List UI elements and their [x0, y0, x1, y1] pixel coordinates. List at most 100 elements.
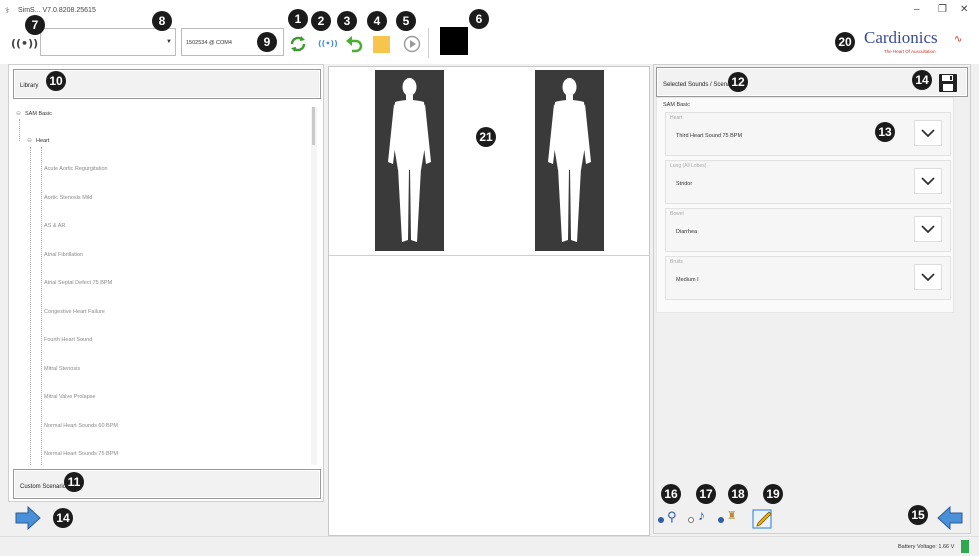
close-button[interactable]: ✕: [960, 4, 968, 15]
battery-voltage: Battery Voltage: 1.66 V: [898, 544, 955, 550]
list-item[interactable]: Aortic Stenosis Mild: [44, 195, 92, 201]
callout-badge: 9: [257, 32, 277, 52]
arrow-right-icon[interactable]: [14, 506, 42, 530]
callout-badge: 18: [728, 484, 748, 504]
sound-value: Medium I: [676, 277, 699, 283]
edit-icon[interactable]: [752, 507, 774, 529]
app-icon: ⚕: [5, 6, 10, 15]
status-bar: Battery Voltage: 1.66 V: [0, 536, 979, 556]
library-header-label: Library: [20, 83, 39, 89]
speaker-icon[interactable]: ♜: [727, 509, 737, 522]
callout-badge: 1: [288, 9, 308, 29]
sound-dropdown-button[interactable]: [914, 120, 942, 146]
sound-value: Diarrhea: [676, 229, 698, 235]
arrow-left-icon[interactable]: [936, 506, 964, 530]
list-item[interactable]: AS & AR: [44, 223, 65, 229]
refresh-icon[interactable]: [289, 35, 307, 53]
broadcast-icon[interactable]: ((•)): [318, 39, 338, 48]
sound-category: Heart: [670, 115, 683, 121]
callout-badge: 6: [469, 9, 489, 29]
callout-badge: 19: [763, 484, 783, 504]
callout-badge: 5: [396, 11, 416, 31]
callout-badge: 12: [728, 72, 748, 92]
sound-group-bruits: Bruits Medium I: [665, 256, 951, 300]
list-item[interactable]: Acute Aortic Regurgitation: [44, 166, 108, 172]
play-icon[interactable]: [403, 35, 421, 53]
callout-badge: 17: [696, 484, 716, 504]
chevron-down-icon: [921, 273, 935, 281]
callout-badge: 11: [64, 472, 84, 492]
toolbar: ((•)) ▼ 1502534 @ COM4 ((•)) Cardionics …: [0, 22, 979, 64]
wireless-signal-icon[interactable]: ((•)): [11, 37, 38, 50]
custom-scenarios-label: Custom Scenarios: [20, 484, 70, 490]
list-item[interactable]: Fourth Heart Sound: [44, 337, 92, 343]
callout-badge: 2: [311, 11, 331, 31]
device-selector[interactable]: ▼: [40, 28, 176, 56]
save-icon[interactable]: [938, 73, 958, 93]
sound-category: Lung (All Lobes): [670, 163, 707, 169]
window-title: SimS... V7.0.8208.25615: [18, 7, 96, 14]
chevron-down-icon: [921, 225, 935, 233]
stethoscope-icon[interactable]: ⚲: [667, 509, 677, 525]
custom-scenarios-header[interactable]: Custom Scenarios: [13, 469, 321, 499]
list-item[interactable]: Atrial Septal Defect 75 BPM: [44, 280, 112, 286]
callout-badge: 14: [912, 70, 932, 90]
undo-icon[interactable]: [345, 35, 363, 53]
tree-root[interactable]: SAM Basic: [25, 111, 52, 117]
mode-radio-stethoscope[interactable]: [658, 517, 664, 523]
callout-badge: 7: [25, 15, 45, 35]
brand-tagline: The Heart Of Auscultation: [884, 49, 936, 54]
callout-badge: 20: [835, 32, 855, 52]
tree-branch: [30, 147, 31, 465]
note-icon[interactable]: [373, 36, 390, 53]
chevron-down-icon: [921, 177, 935, 185]
callout-badge: 8: [152, 11, 172, 31]
callout-badge: 3: [337, 11, 357, 31]
list-item[interactable]: Normal Heart Sounds 60 BPM: [44, 423, 118, 429]
callout-badge: 15: [908, 505, 928, 525]
library-tree: ⊖ SAM Basic ⊖ Heart Acute Aortic Regurgi…: [13, 103, 319, 465]
chevron-down-icon: ▼: [166, 39, 172, 45]
callout-badge: 21: [476, 127, 496, 147]
scrollbar-thumb[interactable]: [312, 107, 315, 145]
sound-group-heart: Heart Third Heart Sound 75 BPM: [665, 112, 951, 156]
minimize-button[interactable]: –: [914, 4, 920, 15]
sound-dropdown-button[interactable]: [914, 216, 942, 242]
title-bar: ⚕ SimS... V7.0.8208.25615 – ❐ ✕: [0, 0, 979, 22]
library-panel: Library ⊖ SAM Basic ⊖ Heart Acute Aortic…: [8, 64, 324, 502]
sound-value: Third Heart Sound 75 BPM: [676, 133, 743, 139]
sound-dropdown-button[interactable]: [914, 264, 942, 290]
callout-badge: 13: [875, 122, 895, 142]
mode-radio-speaker[interactable]: [718, 517, 724, 523]
selected-sounds-label: Selected Sounds / Scenario: [663, 82, 738, 88]
tree-collapse-icon[interactable]: ⊖: [16, 110, 21, 117]
maximize-button[interactable]: ❐: [938, 4, 947, 15]
list-item[interactable]: Congestive Heart Failure: [44, 309, 105, 315]
human-front-icon: [388, 78, 431, 242]
panel-divider: [329, 255, 649, 256]
mode-radio-sound[interactable]: [688, 517, 694, 523]
human-back-icon: [548, 78, 591, 242]
selected-sounds-panel: Selected Sounds / Scenario SAM Basic Hea…: [653, 64, 971, 534]
toolbar-divider: [428, 28, 429, 58]
callout-badge: 16: [661, 484, 681, 504]
list-item[interactable]: Normal Heart Sounds 75 BPM: [44, 451, 118, 457]
color-swatch[interactable]: [440, 27, 468, 55]
callout-badge: 4: [367, 11, 387, 31]
tree-collapse-icon[interactable]: ⊖: [27, 137, 32, 144]
body-front-view[interactable]: [375, 70, 444, 251]
scrollbar[interactable]: [311, 107, 317, 465]
heartbeat-icon: ∿: [954, 34, 963, 45]
list-item[interactable]: Mitral Stenosis: [44, 366, 80, 372]
sound-dropdown-button[interactable]: [914, 168, 942, 194]
callout-badge: 14: [53, 508, 73, 528]
list-item[interactable]: Mitral Valve Prolapse: [44, 394, 96, 400]
selected-list: SAM Basic Heart Third Heart Sound 75 BPM…: [656, 97, 954, 313]
sound-value: Stridor: [676, 181, 693, 187]
list-item[interactable]: Atrial Fibrillation: [44, 252, 83, 258]
brand-logo: Cardionics The Heart Of Auscultation ∿: [862, 28, 972, 58]
music-note-icon[interactable]: ♪: [698, 507, 705, 523]
selected-group-title: SAM Basic: [663, 102, 690, 108]
tree-group[interactable]: Heart: [36, 138, 49, 144]
body-back-view[interactable]: [535, 70, 604, 251]
